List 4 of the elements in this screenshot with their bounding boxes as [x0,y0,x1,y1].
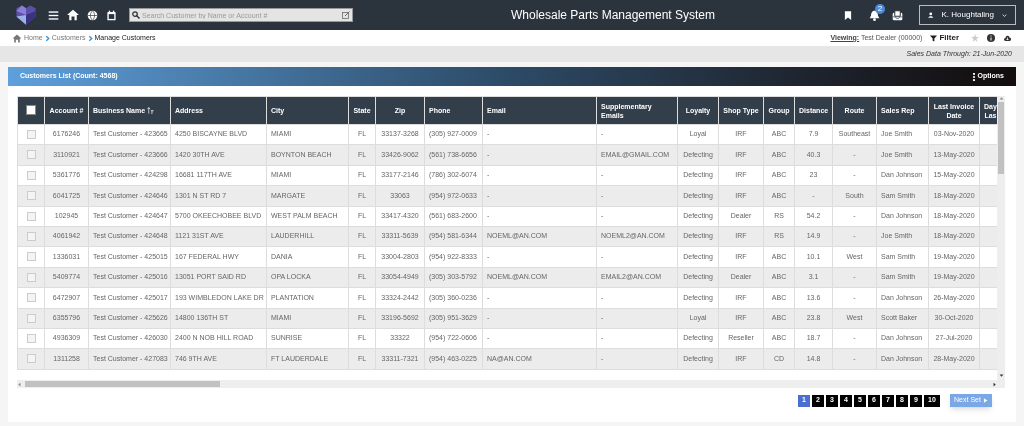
notification-badge: 2 [875,3,885,14]
app-title: Wholesale Parts Management System [510,7,716,24]
filter-button[interactable]: Filter [930,32,959,44]
user-menu[interactable]: K. Houghtaling [919,5,1016,25]
